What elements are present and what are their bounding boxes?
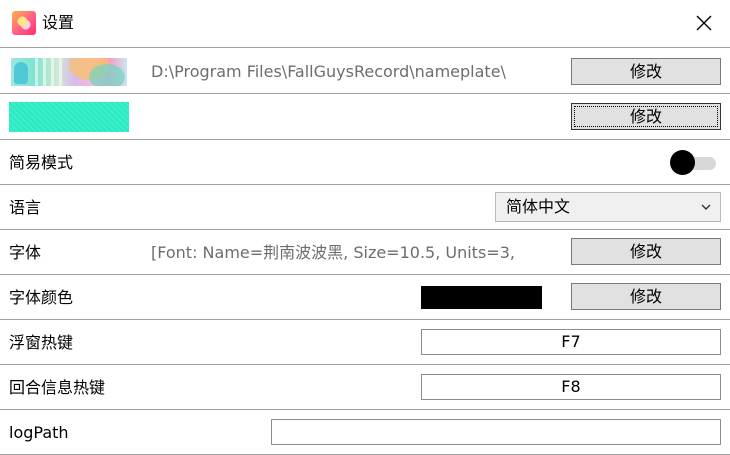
close-icon [696,15,712,31]
color-modify-button[interactable]: 修改 [571,103,721,130]
app-logo-icon [12,11,36,35]
simple-mode-label: 简易模式 [9,153,74,172]
font-value: [Font: Name=荆南波波黑, Size=10.5, Units=3, [151,243,515,262]
simple-mode-row: 简易模式 [0,139,730,184]
font-color-modify-button[interactable]: 修改 [571,283,721,310]
language-selected-value: 简体中文 [506,197,571,216]
nameplate-row: D:\Program Files\FallGuysRecord\nameplat… [0,47,730,93]
round-hotkey-row: 回合信息热键 F8 [0,364,730,409]
title-bar: 设置 [0,0,730,46]
font-color-swatch [421,286,542,309]
nameplate-preview-image [11,58,127,86]
color-row: 修改 [0,93,730,139]
settings-window: 设置 D:\Program Files\FallGuysRecord\namep… [0,0,730,455]
language-select[interactable]: 简体中文 [495,192,721,222]
chevron-down-icon [701,204,711,210]
nameplate-modify-button[interactable]: 修改 [571,58,721,85]
simple-mode-toggle[interactable] [670,150,718,176]
log-path-input[interactable] [271,419,721,445]
font-color-row: 字体颜色 修改 [0,274,730,319]
language-label: 语言 [9,198,42,217]
log-path-label: logPath [9,423,69,442]
color-swatch [9,102,129,132]
font-label: 字体 [9,243,42,262]
float-hotkey-row: 浮窗热键 F7 [0,319,730,364]
round-hotkey-input[interactable]: F8 [421,374,721,400]
float-hotkey-label: 浮窗热键 [9,333,74,352]
log-path-row: logPath [0,409,730,455]
font-row: 字体 [Font: Name=荆南波波黑, Size=10.5, Units=3… [0,229,730,274]
window-title: 设置 [42,13,75,32]
round-hotkey-label: 回合信息热键 [9,378,106,397]
float-hotkey-input[interactable]: F7 [421,329,721,355]
close-button[interactable] [686,6,722,40]
font-color-label: 字体颜色 [9,288,74,307]
nameplate-path: D:\Program Files\FallGuysRecord\nameplat… [151,62,506,81]
language-row: 语言 简体中文 [0,184,730,229]
font-modify-button[interactable]: 修改 [571,238,721,265]
